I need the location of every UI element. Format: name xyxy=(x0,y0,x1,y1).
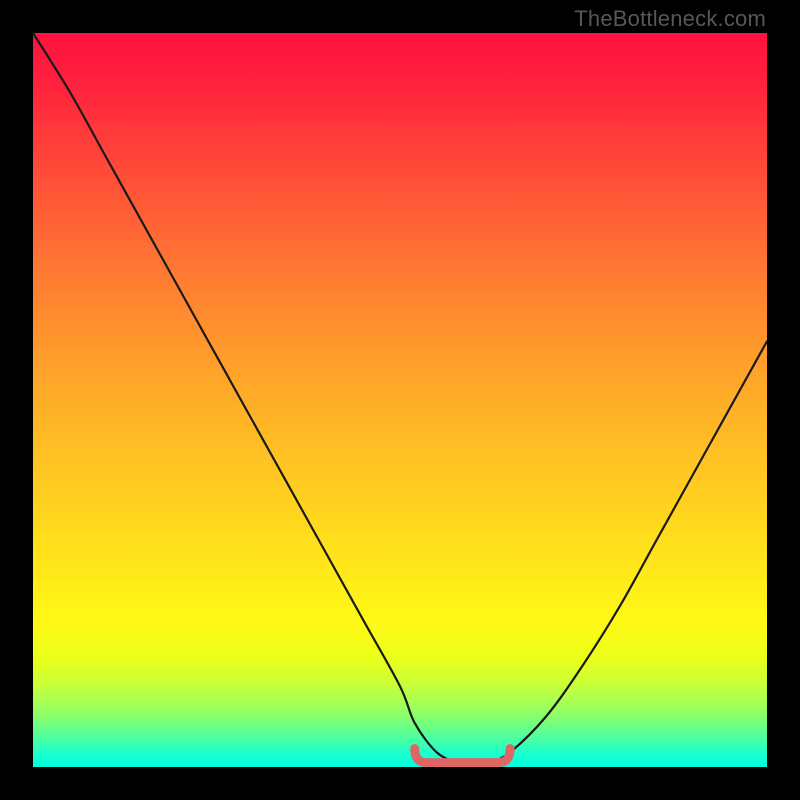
outer-frame: TheBottleneck.com xyxy=(0,0,800,800)
minimum-marker xyxy=(415,749,510,763)
bottleneck-curve xyxy=(33,33,767,767)
watermark-text: TheBottleneck.com xyxy=(574,6,766,32)
chart-svg xyxy=(33,33,767,767)
plot-area xyxy=(33,33,767,767)
